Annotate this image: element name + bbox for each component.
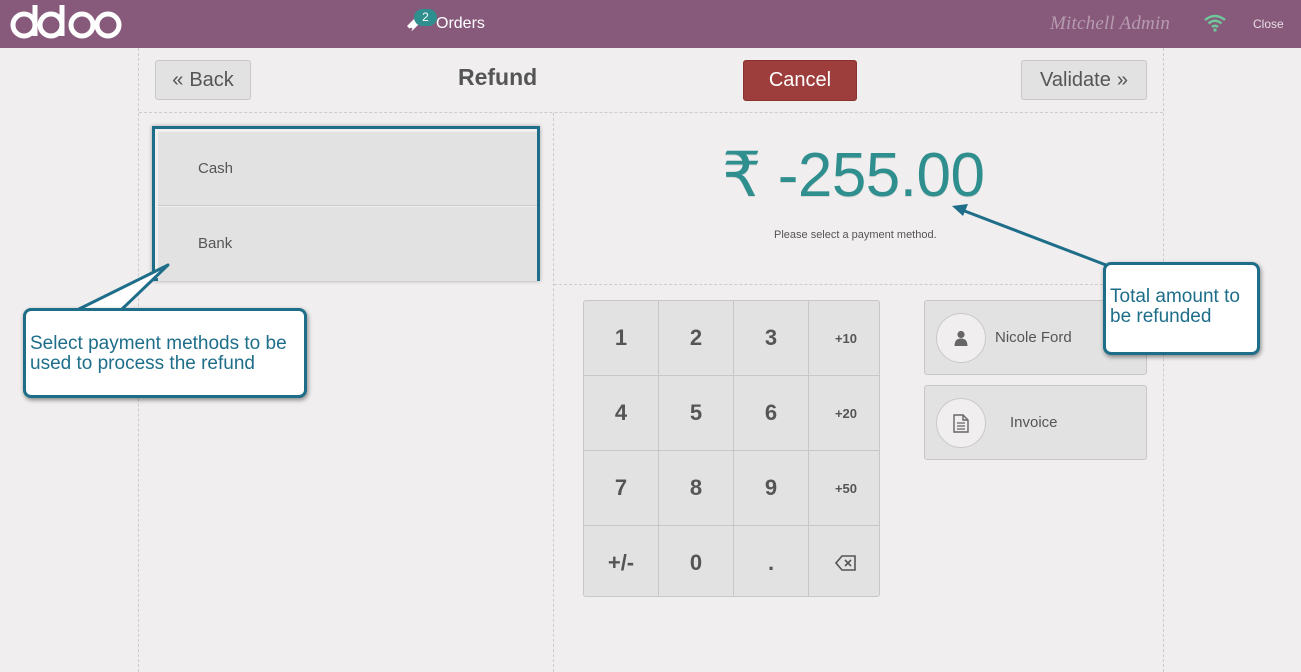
top-bar: Orders 2 Mitchell Admin Close (0, 0, 1301, 48)
numpad-key-8[interactable]: 8 (659, 451, 733, 525)
customer-avatar (936, 313, 986, 363)
payment-hint: Please select a payment method. (774, 229, 937, 241)
orders-label: Orders (436, 15, 485, 32)
numpad-key-plus20[interactable]: +20 (809, 376, 879, 450)
double-chevron-left-icon: « (172, 68, 184, 91)
callout-total-amount: Total amount to be refunded (1103, 262, 1260, 355)
payment-method-bank[interactable]: Bank (158, 207, 537, 281)
file-text-icon (953, 413, 969, 433)
payment-method-cash[interactable]: Cash (158, 132, 537, 206)
validate-button[interactable]: Validate » (1021, 60, 1147, 100)
numpad-key-backspace[interactable] (809, 526, 879, 596)
numpad-key-plus10[interactable]: +10 (809, 301, 879, 375)
numpad-key-4[interactable]: 4 (584, 376, 658, 450)
odoo-logo (10, 5, 122, 39)
numpad-key-1[interactable]: 1 (584, 301, 658, 375)
numpad-key-plus50[interactable]: +50 (809, 451, 879, 525)
payment-methods-highlight: Cash Bank (152, 126, 540, 281)
header-divider (139, 112, 1163, 113)
user-name: Mitchell Admin (1050, 13, 1171, 34)
refund-amount: ₹ -255.00 (722, 138, 985, 211)
column-divider (553, 113, 554, 672)
back-button[interactable]: « Back (155, 60, 251, 100)
invoice-label: Invoice (1010, 414, 1058, 431)
validate-label: Validate (1040, 68, 1111, 91)
numpad-key-dot[interactable]: . (734, 526, 808, 596)
numpad-key-sign[interactable]: +/- (584, 526, 658, 596)
user-icon (954, 330, 968, 346)
numpad-key-3[interactable]: 3 (734, 301, 808, 375)
invoice-icon-circle (936, 398, 986, 448)
numpad-key-9[interactable]: 9 (734, 451, 808, 525)
amount-value: -255.00 (777, 141, 985, 210)
close-button[interactable]: Close (1253, 17, 1284, 31)
currency-symbol: ₹ (722, 141, 761, 210)
callout-payment-methods: Select payment methods to be used to pro… (23, 308, 307, 398)
wifi-icon (1204, 14, 1226, 32)
numpad-key-2[interactable]: 2 (659, 301, 733, 375)
page-title: Refund (458, 64, 538, 90)
backspace-icon (835, 555, 856, 571)
numpad: 1 2 3 +10 4 5 6 +20 7 8 9 +50 +/- 0 . (583, 300, 880, 597)
cancel-button[interactable]: Cancel (743, 60, 857, 101)
amount-divider (554, 284, 1163, 285)
customer-name: Nicole Ford (995, 329, 1072, 346)
double-chevron-right-icon: » (1116, 68, 1128, 91)
numpad-key-5[interactable]: 5 (659, 376, 733, 450)
numpad-key-6[interactable]: 6 (734, 376, 808, 450)
back-label: Back (189, 68, 234, 91)
numpad-key-0[interactable]: 0 (659, 526, 733, 596)
numpad-key-7[interactable]: 7 (584, 451, 658, 525)
orders-count-badge: 2 (414, 9, 437, 26)
invoice-button[interactable]: Invoice (924, 385, 1147, 460)
